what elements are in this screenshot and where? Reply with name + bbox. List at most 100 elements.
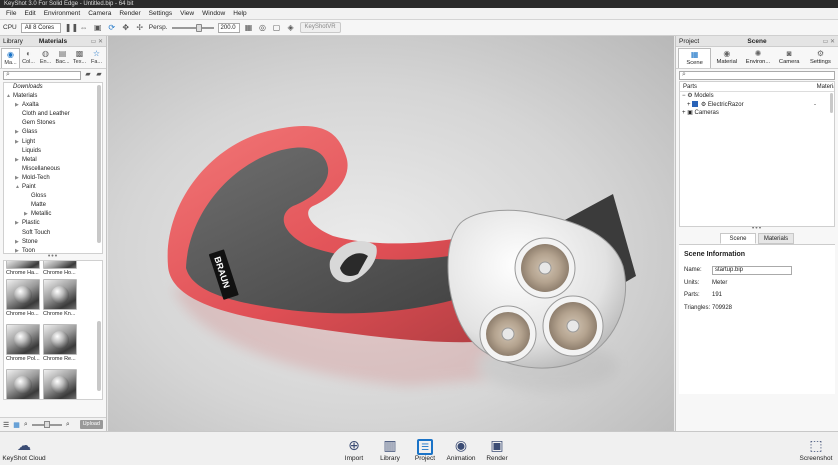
tree-item[interactable]: ▶ Metallic [4, 210, 102, 219]
menu-environment[interactable]: Environment [40, 10, 85, 17]
tree-item[interactable]: ▶ Mold-Tech [4, 174, 102, 183]
zoom-out-icon[interactable]: ⌕ [24, 421, 28, 429]
upload-button[interactable]: Upload [79, 420, 103, 429]
tree-scrollbar[interactable] [97, 85, 101, 243]
scene-search-input[interactable]: ⌕ [679, 70, 835, 80]
render-button[interactable]: ▣ Render [475, 435, 519, 462]
expand-arrow-icon[interactable]: ▲ [15, 183, 22, 192]
thumbnail-partial[interactable]: Chrome Ha... [6, 261, 42, 276]
menu-settings[interactable]: Settings [145, 10, 177, 17]
expand-arrow-icon[interactable]: ▶ [15, 128, 22, 137]
tree-item[interactable]: Gem Stones [4, 119, 102, 128]
tab-textures[interactable]: ▩ Tex... [71, 48, 88, 68]
tree-item[interactable]: Cloth and Leather [4, 110, 102, 119]
material-thumbnail[interactable] [43, 369, 79, 399]
tab-camera[interactable]: ◙ Camera [774, 48, 805, 68]
expand-arrow-icon[interactable]: ▶ [15, 238, 22, 247]
tree-row-cameras[interactable]: + ▣ Cameras [680, 109, 834, 118]
tree-item[interactable]: ▶ Toon [4, 247, 102, 253]
tab-scene[interactable]: ▦ Scene [678, 48, 712, 68]
tree-item[interactable]: Matte [4, 201, 102, 210]
resize-icon[interactable]: ⇔ [79, 23, 89, 33]
tab-colors[interactable]: ◐ Col... [20, 48, 37, 68]
tree-item[interactable]: ▶ Metal [4, 156, 102, 165]
menu-help[interactable]: Help [229, 10, 250, 17]
visibility-checkbox[interactable] [692, 100, 699, 107]
fov-slider-handle[interactable] [195, 23, 202, 32]
menu-camera[interactable]: Camera [84, 10, 115, 17]
tab-favorites[interactable]: ☆ Fa... [88, 48, 105, 68]
screenshot-button[interactable]: ⬚ Screenshot [794, 435, 838, 462]
scene-tree-scrollbar[interactable] [830, 93, 833, 113]
tree-row-electricrazor[interactable]: + ⚙ ElectricRazor - [680, 100, 834, 110]
cpu-cores-select[interactable]: All 8 Cores [20, 22, 61, 33]
zoom-in-icon[interactable]: ⌕ [66, 421, 70, 429]
tree-item[interactable]: ▲ Paint [4, 183, 102, 192]
thumbnail-size-slider[interactable] [31, 420, 62, 428]
fov-input[interactable]: 200.0 [217, 22, 240, 33]
thumbnail-scrollbar[interactable] [97, 321, 101, 391]
material-thumbnail[interactable] [6, 369, 42, 399]
folder-add-icon[interactable]: ▰ [95, 70, 103, 80]
tree-row-models[interactable]: − ⚙ Models [680, 92, 834, 101]
keyshot-cloud-button[interactable]: ☁ KeyShot Cloud [2, 435, 46, 462]
tab-materials[interactable]: ◉ Ma... [1, 48, 20, 68]
expand-icon[interactable]: + [687, 102, 691, 108]
expand-arrow-icon[interactable]: ▶ [15, 101, 22, 110]
keyshotvr-button[interactable]: KeyShotVR [299, 22, 341, 33]
expand-arrow-icon[interactable]: ▶ [15, 156, 22, 165]
tree-item[interactable]: Liquids [4, 147, 102, 156]
material-thumbnail[interactable]: Chrome Re... [43, 324, 79, 362]
pan-icon[interactable]: ✢ [135, 23, 145, 33]
lock-icon[interactable]: ◎ [258, 23, 268, 33]
subtab-scene[interactable]: Scene [720, 233, 756, 244]
expand-arrow-icon[interactable]: ▶ [24, 210, 31, 219]
pause-icon[interactable]: ❚❚ [65, 23, 78, 33]
grid-view-icon[interactable]: ▦ [13, 421, 20, 429]
collapse-icon[interactable]: − [682, 93, 686, 99]
panel-float-close-icon[interactable]: ▭ ✕ [823, 38, 835, 45]
material-thumbnail[interactable]: Chrome Pol... [6, 324, 42, 362]
tree-item[interactable]: ▶ Glass [4, 128, 102, 137]
tree-item[interactable]: ▶ Stone [4, 238, 102, 247]
expand-arrow-icon[interactable]: ▲ [6, 92, 13, 101]
tree-item[interactable]: ▶ Axalta [4, 101, 102, 110]
tab-backplates[interactable]: ▤ Bac... [54, 48, 71, 68]
menu-window[interactable]: Window [198, 10, 229, 17]
tab-material[interactable]: ◉ Material [711, 48, 742, 68]
panel-splitter[interactable]: ••• [676, 225, 838, 232]
center-icon[interactable]: ✥ [121, 23, 131, 33]
tree-item[interactable]: Miscellaneous [4, 165, 102, 174]
material-thumbnail[interactable]: Chrome Ho... [6, 279, 42, 317]
tab-environment[interactable]: ✺ Environ... [742, 48, 773, 68]
tree-item[interactable]: ▲ Materials [4, 92, 102, 101]
expand-arrow-icon[interactable]: ▶ [15, 219, 22, 228]
material-thumbnail[interactable]: Chrome Kn... [43, 279, 79, 317]
grid-icon[interactable]: ▦ [244, 23, 254, 33]
expand-arrow-icon[interactable]: ▶ [15, 247, 22, 253]
menu-edit[interactable]: Edit [20, 10, 39, 17]
fov-slider[interactable] [171, 23, 214, 32]
tab-settings[interactable]: ⚙ Settings [805, 48, 836, 68]
menu-render[interactable]: Render [115, 10, 144, 17]
thumbnail-partial[interactable]: Chrome Ho... [43, 261, 79, 276]
expand-icon[interactable]: + [682, 110, 686, 116]
render-viewport[interactable]: BRAUN [108, 36, 674, 431]
render-region-icon[interactable]: ▢ [272, 23, 282, 33]
panel-float-close-icon[interactable]: ▭ ✕ [91, 38, 103, 45]
expand-arrow-icon[interactable]: ▶ [15, 174, 22, 183]
menu-file[interactable]: File [2, 10, 20, 17]
scene-name-field[interactable]: startup.bip [712, 265, 792, 275]
refresh-icon[interactable]: ⟳ [107, 23, 117, 33]
folder-icon[interactable]: ▰ [84, 70, 92, 80]
menu-view[interactable]: View [176, 10, 198, 17]
tree-item[interactable]: ▶ Plastic [4, 219, 102, 228]
subtab-materials[interactable]: Materials [758, 233, 794, 244]
list-view-icon[interactable]: ☰ [3, 421, 9, 429]
thumbnail-size-handle[interactable] [43, 420, 50, 428]
tree-item[interactable]: Downloads [4, 83, 102, 92]
tree-item[interactable]: Soft Touch [4, 229, 102, 238]
screenshot-tool-icon[interactable]: ▣ [93, 23, 103, 33]
turntable-icon[interactable]: ◈ [286, 23, 296, 33]
library-search-input[interactable]: ⌕ [3, 70, 81, 80]
